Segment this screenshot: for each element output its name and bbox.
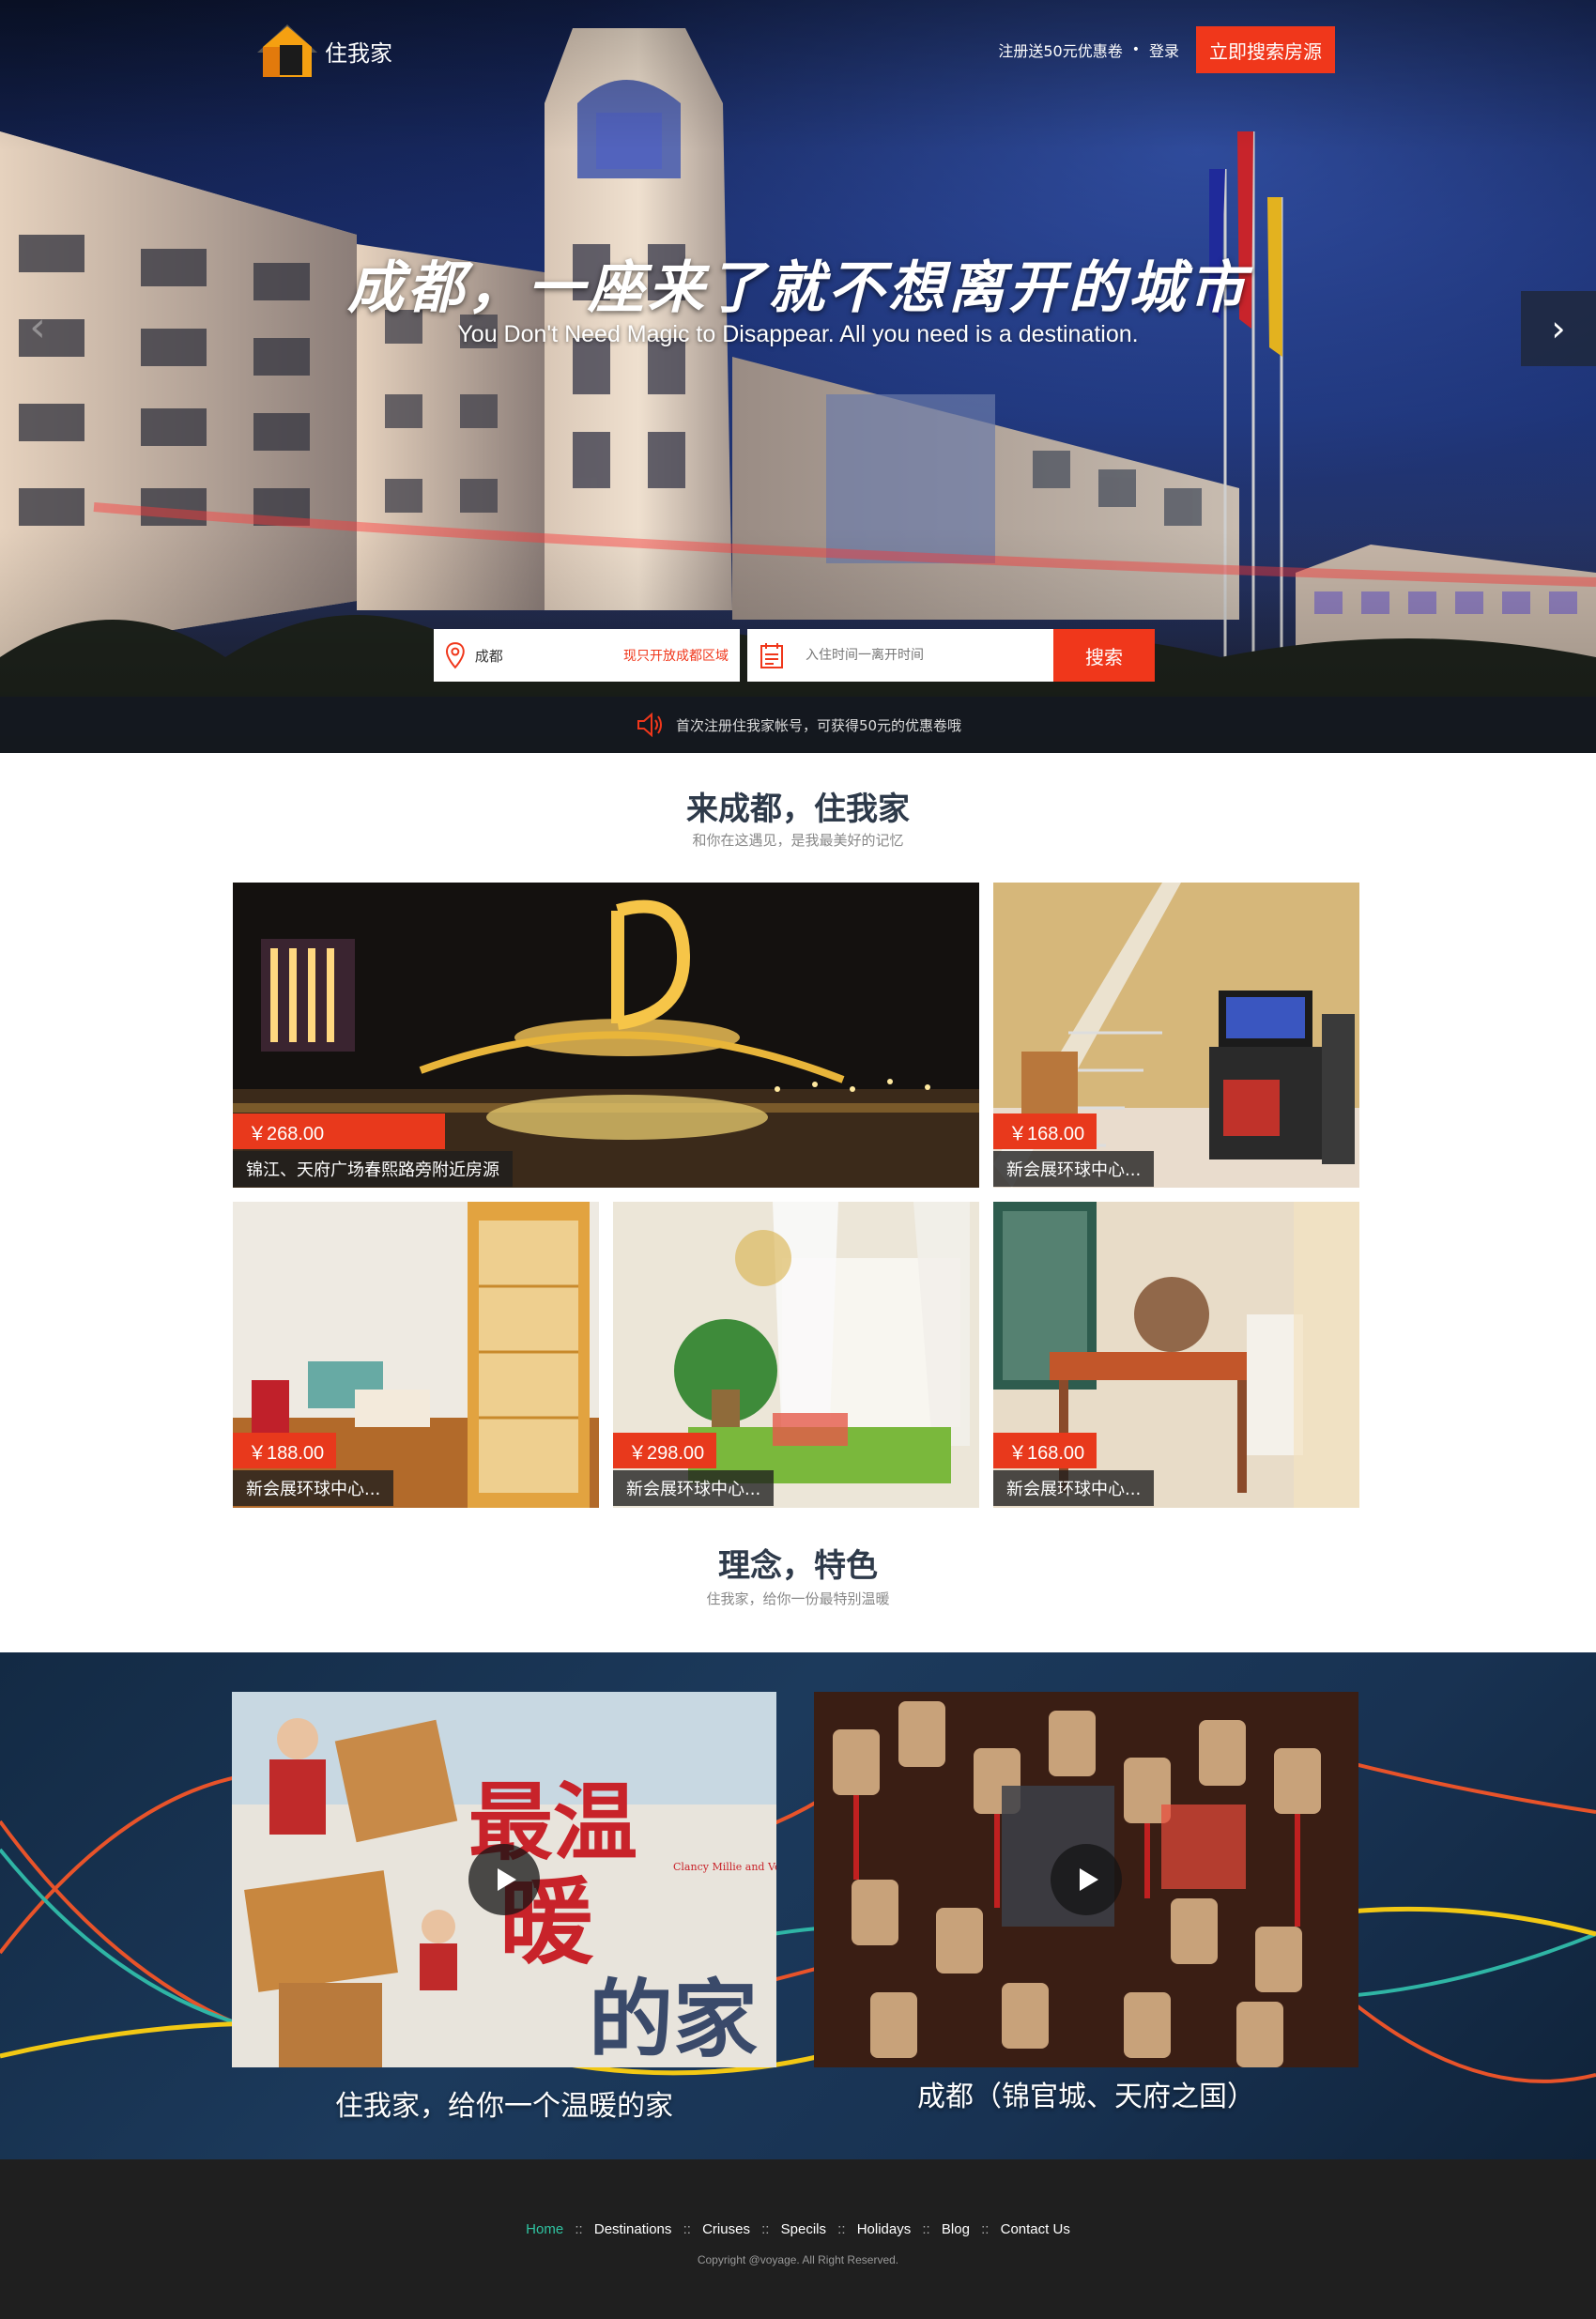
speaker-icon: [637, 712, 662, 738]
login-link[interactable]: 登录: [1149, 38, 1179, 61]
city-hint: 现只开放成都区域: [623, 649, 729, 664]
price-badge: ￥298.00: [613, 1433, 716, 1468]
video-card-home[interactable]: 最温 暖 的家 Clancy Millie and Very Fine Hous…: [232, 1692, 776, 2067]
play-icon: [1080, 1868, 1098, 1891]
prev-slide-button[interactable]: ‹: [17, 299, 58, 355]
price-badge: ￥188.00: [233, 1433, 336, 1468]
footer-link-holidays[interactable]: Holidays: [857, 2221, 912, 2237]
listing-card[interactable]: ￥168.00 新会展环球中心...: [993, 1202, 1359, 1508]
next-slide-button[interactable]: ›: [1521, 291, 1596, 366]
date-input[interactable]: [806, 648, 1040, 663]
footer-link-cruises[interactable]: Criuses: [702, 2221, 750, 2237]
city-value[interactable]: 成都: [475, 646, 623, 666]
nav-separator: •: [1131, 42, 1140, 57]
location-pin-icon: [445, 642, 465, 669]
footer-sep: ::: [981, 2221, 990, 2237]
listing-caption: 新会展环球中心...: [233, 1470, 394, 1506]
search-bar: 成都 现只开放成都区域 搜索: [434, 629, 1155, 682]
hero-subtitle: You Don't Need Magic to Disappear. All y…: [457, 321, 1139, 347]
listing-card[interactable]: ￥298.00 新会展环球中心...: [613, 1202, 979, 1508]
chevron-right-icon: ›: [1551, 308, 1566, 349]
video-caption-chengdu: 成都（锦官城、天府之国）: [917, 2081, 1255, 2113]
footer-link-contact[interactable]: Contact Us: [1001, 2221, 1070, 2237]
footer-link-home[interactable]: Home: [526, 2221, 563, 2237]
footer-sep: ::: [683, 2221, 691, 2237]
footer-sep: ::: [922, 2221, 930, 2237]
top-nav: 注册送50元优惠卷 • 登录 立即搜索房源: [998, 26, 1335, 73]
feature-band: 最温 暖 的家 Clancy Millie and Very Fine Hous…: [0, 1652, 1596, 2159]
video-caption-home: 住我家，给你一个温暖的家: [335, 2090, 673, 2123]
play-icon: [498, 1868, 516, 1891]
listing-caption: 新会展环球中心...: [993, 1151, 1155, 1187]
video-card-chengdu[interactable]: [814, 1692, 1358, 2067]
play-button[interactable]: [468, 1844, 540, 1915]
date-field[interactable]: [747, 629, 1053, 682]
listing-card[interactable]: ￥268.00 锦江、天府广场春熙路旁附近房源: [233, 883, 979, 1188]
notice-text: 首次注册住我家帐号，可获得50元的优惠卷哦: [675, 716, 962, 734]
poster-small-text: Clancy Millie and Very Fine House: [673, 1861, 776, 1873]
footer-nav: Home :: Destinations :: Criuses :: Speci…: [0, 2221, 1596, 2237]
section-subtitle-features: 住我家，给你一份最特别温暖: [706, 1590, 890, 1607]
footer-link-blog[interactable]: Blog: [942, 2221, 970, 2237]
listing-card[interactable]: ￥168.00 新会展环球中心...: [993, 883, 1359, 1188]
promo-link[interactable]: 注册送50元优惠卷: [998, 38, 1122, 61]
footer-sep: ::: [837, 2221, 846, 2237]
footer-sep: ::: [761, 2221, 770, 2237]
listing-caption: 锦江、天府广场春熙路旁附近房源: [233, 1151, 513, 1187]
listing-caption: 新会展环球中心...: [613, 1470, 775, 1506]
price-badge: ￥168.00: [993, 1433, 1097, 1468]
footer: Home :: Destinations :: Criuses :: Speci…: [0, 2159, 1596, 2319]
hero-banner: 住我家 注册送50元优惠卷 • 登录 立即搜索房源 成都，一座来了就不想离开的城…: [0, 0, 1596, 753]
listing-card[interactable]: ￥188.00 新会展环球中心...: [233, 1202, 599, 1508]
logo-text: 住我家: [325, 39, 392, 67]
play-button[interactable]: [1051, 1844, 1122, 1915]
section-subtitle-stay: 和你在这遇见，是我最美好的记忆: [692, 832, 904, 849]
poster-text-3: 的家: [589, 1970, 758, 2067]
search-button[interactable]: 搜索: [1053, 629, 1155, 682]
notice-bar: 首次注册住我家帐号，可获得50元的优惠卷哦: [0, 697, 1596, 753]
search-listings-button[interactable]: 立即搜索房源: [1196, 26, 1335, 73]
footer-link-specials[interactable]: Specils: [781, 2221, 826, 2237]
city-field[interactable]: 成都 现只开放成都区域: [434, 629, 740, 682]
price-badge: ￥268.00: [233, 1113, 445, 1149]
copyright: Copyright @voyage. All Right Reserved.: [697, 2253, 899, 2266]
footer-link-destinations[interactable]: Destinations: [594, 2221, 672, 2237]
section-title-stay: 来成都，住我家: [686, 791, 910, 828]
house-logo-icon: [257, 24, 317, 77]
logo[interactable]: 住我家: [252, 17, 402, 84]
price-badge: ￥168.00: [993, 1113, 1097, 1149]
footer-sep: ::: [575, 2221, 583, 2237]
calendar-icon: [760, 643, 783, 668]
chevron-left-icon: ‹: [29, 302, 46, 351]
listing-caption: 新会展环球中心...: [993, 1470, 1155, 1506]
hero-title: 成都，一座来了就不想离开的城市: [347, 255, 1249, 321]
section-title-features: 理念，特色: [718, 1547, 878, 1585]
